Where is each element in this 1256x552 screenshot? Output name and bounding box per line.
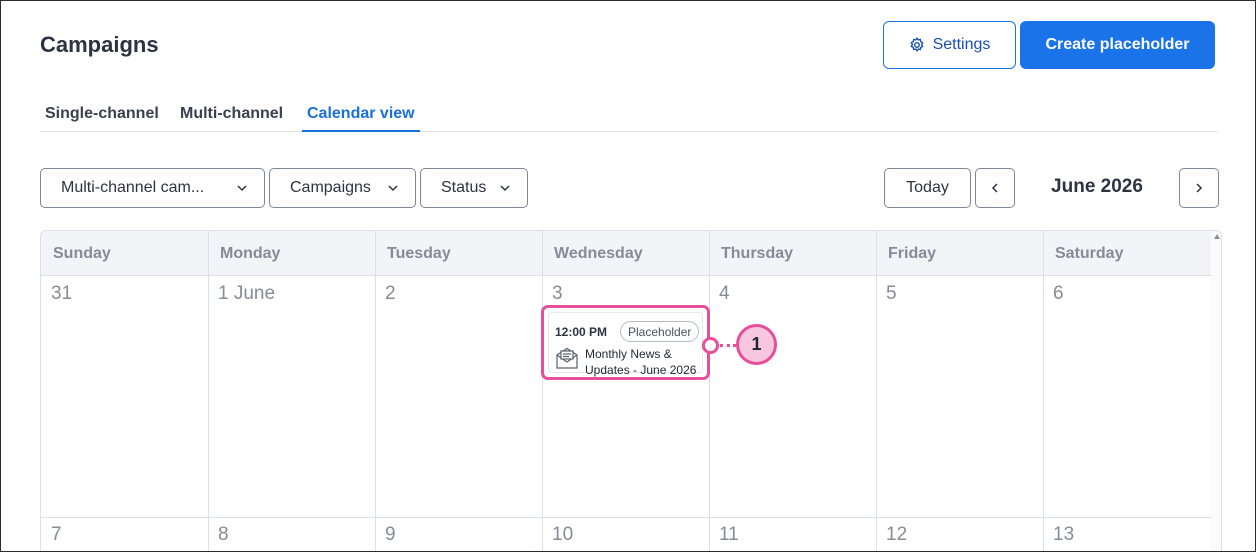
day-cell-number[interactable]: 3 bbox=[552, 283, 563, 305]
weekday-tuesday: Tuesday bbox=[387, 245, 451, 262]
previous-month-button[interactable] bbox=[975, 168, 1015, 208]
view-tabs: Single-channel Multi-channel Calendar vi… bbox=[40, 101, 1217, 132]
callout-anchor bbox=[702, 337, 719, 354]
tab-single-channel[interactable]: Single-channel bbox=[40, 101, 164, 132]
chevron-down-icon bbox=[237, 185, 247, 192]
day-cell-number[interactable]: 4 bbox=[719, 283, 730, 305]
callout-connector bbox=[720, 344, 736, 347]
event-time: 12:00 PM bbox=[555, 325, 608, 339]
day-cell-number[interactable]: 7 bbox=[51, 524, 62, 546]
day-cell-number[interactable]: 31 bbox=[51, 283, 72, 305]
day-cell-number[interactable]: 8 bbox=[218, 524, 229, 546]
current-month: June 2026 bbox=[1051, 176, 1143, 197]
chevron-down-icon bbox=[388, 185, 398, 192]
column-divider bbox=[709, 231, 710, 551]
settings-button[interactable]: Settings bbox=[883, 21, 1016, 69]
calendar-grid: Sunday Monday Tuesday Wednesday Thursday… bbox=[40, 230, 1222, 551]
column-divider bbox=[375, 231, 376, 551]
calendar-event-card[interactable]: 12:00 PM Placeholder Monthly News & Upda… bbox=[541, 305, 710, 380]
day-cell-number[interactable]: 2 bbox=[385, 283, 396, 305]
tab-multi-channel[interactable]: Multi-channel bbox=[175, 101, 288, 132]
event-status-badge: Placeholder bbox=[620, 321, 700, 342]
envelope-icon bbox=[556, 347, 578, 369]
gear-icon bbox=[910, 37, 924, 53]
event-title: Monthly News & Updates - June 2026 bbox=[585, 347, 697, 377]
weekday-monday: Monday bbox=[220, 245, 281, 262]
weekday-wednesday: Wednesday bbox=[554, 245, 643, 262]
channel-type-value: Multi-channel cam... bbox=[61, 179, 205, 196]
campaigns-value: Campaigns bbox=[290, 179, 371, 196]
weekday-sunday: Sunday bbox=[53, 245, 111, 262]
chevron-down-icon bbox=[500, 185, 510, 192]
app-frame: Campaigns Settings Create placeholder Si… bbox=[0, 0, 1256, 552]
day-cell-number[interactable]: 5 bbox=[886, 283, 897, 305]
weekday-friday: Friday bbox=[888, 245, 937, 262]
column-divider bbox=[542, 231, 543, 551]
create-placeholder-button[interactable]: Create placeholder bbox=[1020, 21, 1215, 69]
settings-label: Settings bbox=[932, 36, 991, 53]
day-cell-number[interactable]: 10 bbox=[552, 524, 573, 546]
callout-number-badge: 1 bbox=[736, 324, 777, 365]
day-cell-number[interactable]: 12 bbox=[886, 524, 907, 546]
day-cell-number[interactable]: 9 bbox=[385, 524, 396, 546]
weekday-header: Sunday Monday Tuesday Wednesday Thursday… bbox=[41, 231, 1211, 276]
chevron-left-icon bbox=[991, 183, 998, 193]
day-cell-number[interactable]: 6 bbox=[1053, 283, 1064, 305]
column-divider bbox=[876, 231, 877, 551]
week-divider bbox=[41, 517, 1211, 518]
day-cell-number[interactable]: 13 bbox=[1053, 524, 1074, 546]
weekday-saturday: Saturday bbox=[1055, 245, 1124, 262]
channel-type-dropdown[interactable]: Multi-channel cam... bbox=[40, 168, 265, 208]
today-button[interactable]: Today bbox=[884, 168, 971, 208]
status-value: Status bbox=[441, 179, 487, 196]
page-title: Campaigns bbox=[40, 32, 159, 57]
campaigns-dropdown[interactable]: Campaigns bbox=[269, 168, 416, 208]
tab-calendar-view[interactable]: Calendar view bbox=[302, 101, 420, 132]
weekday-thursday: Thursday bbox=[721, 245, 794, 262]
calendar-scrollbar[interactable] bbox=[1211, 231, 1221, 551]
column-divider bbox=[208, 231, 209, 551]
scroll-up-arrow-icon[interactable] bbox=[1214, 234, 1220, 239]
column-divider bbox=[1043, 231, 1044, 551]
next-month-button[interactable] bbox=[1179, 168, 1219, 208]
day-cell-number[interactable]: 11 bbox=[719, 524, 739, 546]
chevron-right-icon bbox=[1196, 183, 1203, 193]
event-content: 12:00 PM Placeholder Monthly News & Upda… bbox=[548, 312, 703, 377]
status-dropdown[interactable]: Status bbox=[420, 168, 528, 208]
day-cell-number[interactable]: 1 June bbox=[218, 283, 275, 305]
